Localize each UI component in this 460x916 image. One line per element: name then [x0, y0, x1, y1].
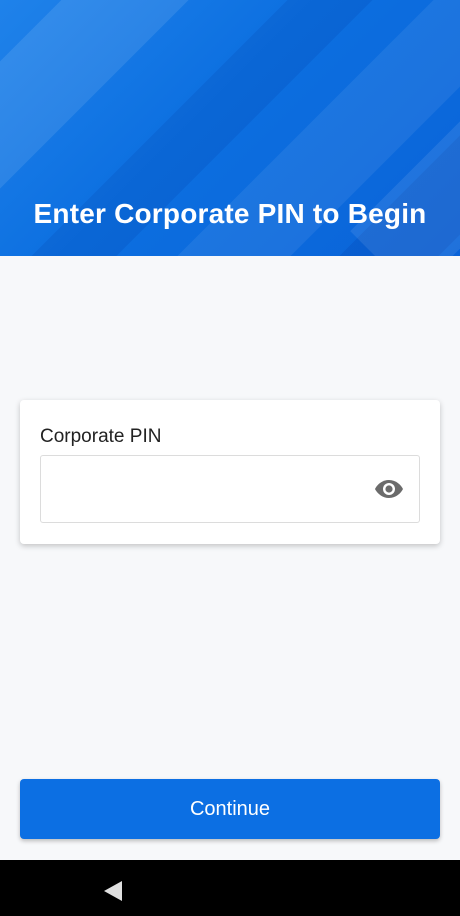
- pin-field-label: Corporate PIN: [40, 426, 162, 447]
- eye-icon[interactable]: [374, 478, 404, 500]
- page-title: Enter Corporate PIN to Begin: [33, 198, 427, 229]
- continue-button[interactable]: Continue: [20, 779, 440, 839]
- back-triangle-icon[interactable]: [103, 880, 123, 902]
- pin-card: Corporate PIN: [20, 400, 440, 544]
- system-nav-bar: [0, 860, 460, 916]
- header-banner: Enter Corporate PIN to Begin: [0, 0, 460, 256]
- pin-input[interactable]: [53, 466, 357, 512]
- pin-input-box[interactable]: [40, 455, 420, 523]
